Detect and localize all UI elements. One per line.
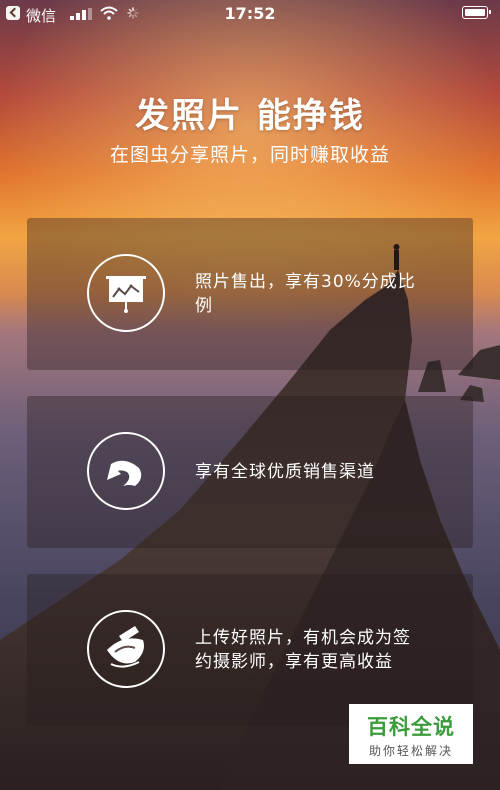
watermark-logo: 百科全说 助你轻松解决 [349,704,473,764]
status-bar: 微信 17:52 [0,0,500,28]
signature-pen-icon [87,610,165,688]
feature-card-revenue-share: 照片售出，享有30%分成比例 [27,218,473,370]
watermark-subtitle: 助你轻松解决 [368,744,453,758]
share-arrow-icon [87,432,165,510]
feature-text: 照片售出，享有30%分成比例 [195,272,416,316]
clock: 17:52 [224,4,276,23]
feature-text: 享有全球优质销售渠道 [195,462,375,482]
presentation-chart-icon [87,254,165,332]
page-subtitle: 在图虫分享照片，同时赚取收益 [109,144,390,166]
battery-icon [462,6,491,19]
watermark-title: 百科全说 [367,715,455,739]
feature-card-global-channels: 享有全球优质销售渠道 [27,396,473,548]
page-title: 发照片 能挣钱 [135,96,365,136]
